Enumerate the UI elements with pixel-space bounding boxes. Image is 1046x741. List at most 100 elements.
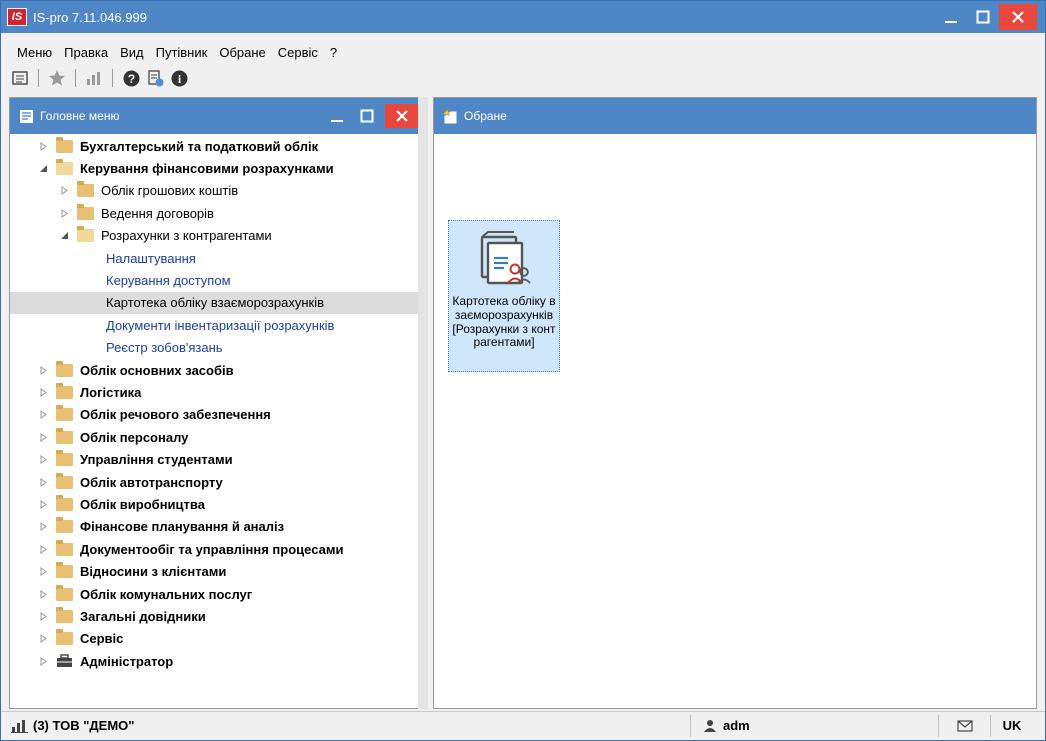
collapsed-triangle-icon[interactable] xyxy=(37,388,49,397)
tree-item[interactable]: Розрахунки з контрагентами xyxy=(10,225,419,247)
tree-item-label: Облік речового забезпечення xyxy=(80,407,271,423)
maximize-icon xyxy=(360,109,374,123)
toolbar-divider xyxy=(112,69,113,87)
title-bar[interactable]: IS IS-pro 7.11.046.999 xyxy=(1,1,1045,33)
chart-icon[interactable] xyxy=(85,69,103,87)
toolbar-divider xyxy=(38,69,39,87)
tree-item[interactable]: Облік автотранспорту xyxy=(10,471,419,493)
tree-item[interactable]: Документи інвентаризації розрахунків xyxy=(10,314,419,336)
panel-close-button[interactable] xyxy=(385,104,419,128)
tree-item[interactable]: Бухгалтерський та податковий облік xyxy=(10,135,419,157)
tree-item[interactable]: Загальні довідники xyxy=(10,605,419,627)
collapsed-triangle-icon[interactable] xyxy=(37,634,49,644)
collapsed-triangle-icon[interactable] xyxy=(37,477,49,487)
panel-minimize-button[interactable] xyxy=(325,104,349,128)
tree-item-label: Фінансове планування й аналіз xyxy=(80,519,285,535)
collapsed-triangle-icon[interactable] xyxy=(37,141,49,151)
tree-item[interactable]: Сервіс xyxy=(10,628,419,650)
maximize-icon xyxy=(976,10,990,24)
menu-item-menu[interactable]: Меню xyxy=(11,45,58,60)
close-button[interactable] xyxy=(999,4,1037,30)
tree-item[interactable]: Картотека обліку взаєморозрахунків xyxy=(10,291,419,315)
menu-item-edit[interactable]: Правка xyxy=(58,45,114,60)
tree-item[interactable]: Реєстр зобов'язань xyxy=(10,337,419,359)
collapsed-triangle-icon[interactable] xyxy=(37,589,49,599)
folder-icon xyxy=(56,450,73,467)
collapsed-triangle-icon[interactable] xyxy=(37,499,49,509)
tree-item-label: Реєстр зобов'язань xyxy=(106,340,223,356)
folder-icon xyxy=(56,427,73,444)
tree-item[interactable]: Облік персоналу xyxy=(10,426,419,448)
menu-item-help[interactable]: ? xyxy=(324,45,343,60)
folder-icon xyxy=(56,584,73,601)
messages-button[interactable] xyxy=(939,714,991,737)
tree-item[interactable]: Облік виробництва xyxy=(10,493,419,515)
tree-item[interactable]: Облік грошових коштів xyxy=(10,180,419,202)
menu-bar: Меню Правка Вид Путівник Обране Сервіс ? xyxy=(1,41,1045,63)
info-doc-icon[interactable] xyxy=(146,69,164,87)
tree-item[interactable]: Логістика xyxy=(10,381,419,403)
tree-item[interactable]: Документообіг та управління процесами xyxy=(10,538,419,560)
user-icon xyxy=(704,719,716,732)
collapsed-triangle-icon[interactable] xyxy=(37,365,49,375)
folder-icon xyxy=(77,181,94,198)
tree-item[interactable]: Керування доступом xyxy=(10,269,419,291)
tree-item-label: Облік виробництва xyxy=(80,496,205,512)
collapsed-triangle-icon[interactable] xyxy=(37,656,49,666)
expanded-triangle-icon[interactable] xyxy=(37,164,49,173)
vertical-scrollbar[interactable] xyxy=(418,97,428,709)
tree-item[interactable]: Фінансове планування й аналіз xyxy=(10,516,419,538)
status-company[interactable]: (3) ТОВ "ДЕМО" xyxy=(1,714,691,737)
tree-item[interactable]: Управління студентами xyxy=(10,448,419,470)
favorite-tile-mutual-settlements[interactable]: Картотека обліку взаєморозрахунків [Розр… xyxy=(448,220,560,372)
minimize-button[interactable] xyxy=(935,1,967,33)
collapsed-triangle-icon[interactable] xyxy=(37,567,49,577)
app-window: IS IS-pro 7.11.046.999 Меню Правка Вид П… xyxy=(0,0,1046,741)
panel-controls xyxy=(325,104,419,128)
menu-item-view[interactable]: Вид xyxy=(114,45,150,60)
tree-item-label: Управління студентами xyxy=(80,452,233,468)
panel-splitter[interactable] xyxy=(428,97,432,709)
collapsed-triangle-icon[interactable] xyxy=(37,455,49,465)
main-menu-header[interactable]: Головне меню xyxy=(10,98,425,134)
tree-item[interactable]: Облік комунальних послуг xyxy=(10,583,419,605)
collapsed-triangle-icon[interactable] xyxy=(37,611,49,621)
list-icon[interactable] xyxy=(11,69,29,87)
help-icon[interactable]: ? xyxy=(122,69,140,87)
window-title: IS-pro 7.11.046.999 xyxy=(33,9,147,25)
menu-item-service[interactable]: Сервіс xyxy=(272,45,324,60)
toolbar-divider xyxy=(75,69,76,87)
panel-maximize-button[interactable] xyxy=(355,104,379,128)
collapsed-triangle-icon[interactable] xyxy=(37,522,49,532)
main-menu-tree: Бухгалтерський та податковий облік Керува… xyxy=(10,134,419,708)
collapsed-triangle-icon[interactable] xyxy=(58,186,70,196)
toolbar: ? i xyxy=(1,65,1045,91)
company-chart-icon xyxy=(11,719,28,733)
info-icon[interactable]: i xyxy=(170,69,188,87)
tree-item[interactable]: Облік речового забезпечення xyxy=(10,404,419,426)
collapsed-triangle-icon[interactable] xyxy=(37,410,49,420)
expanded-triangle-icon[interactable] xyxy=(58,231,70,240)
collapsed-triangle-icon[interactable] xyxy=(37,432,49,442)
menu-item-favorites[interactable]: Обране xyxy=(213,45,271,60)
tree-item[interactable]: Облік основних засобів xyxy=(10,359,419,381)
maximize-button[interactable] xyxy=(967,1,999,33)
tree-item[interactable]: Налаштування xyxy=(10,247,419,269)
favorites-header: Обране xyxy=(434,98,1036,134)
main-menu-panel: Головне меню Бухгалтерський та податкови… xyxy=(9,97,426,709)
collapsed-triangle-icon[interactable] xyxy=(37,544,49,554)
favorites-icon xyxy=(442,108,458,124)
star-icon[interactable] xyxy=(48,69,66,87)
tree-item[interactable]: Відносини з клієнтами xyxy=(10,560,419,582)
collapsed-triangle-icon[interactable] xyxy=(58,208,70,218)
tree-item-label: Картотека обліку взаєморозрахунків xyxy=(106,295,325,311)
tree-item[interactable]: Адміністратор xyxy=(10,650,419,672)
status-user[interactable]: adm xyxy=(691,714,939,737)
tree-item[interactable]: Ведення договорів xyxy=(10,202,419,224)
menu-item-guide[interactable]: Путівник xyxy=(150,45,214,60)
tree-item-label: Відносини з клієнтами xyxy=(80,564,227,580)
folder-open-icon xyxy=(77,226,94,243)
folder-document-user-icon xyxy=(474,231,534,291)
language-indicator[interactable]: UK xyxy=(991,715,1033,737)
tree-item[interactable]: Керування фінансовими розрахунками xyxy=(10,157,419,179)
